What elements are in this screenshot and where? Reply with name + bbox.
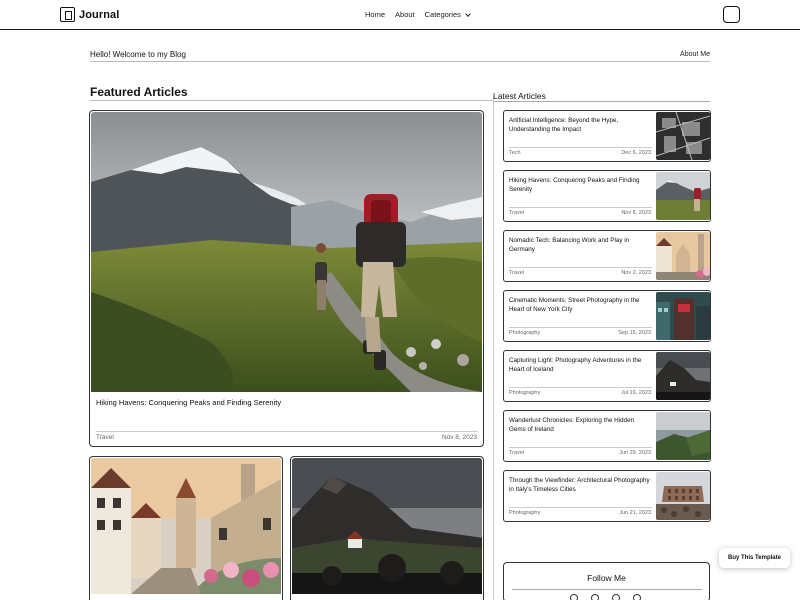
iceland-landscape-image [292, 458, 482, 594]
article-date: Jun 21, 2023 [619, 510, 651, 516]
featured-article-card-germany[interactable] [89, 456, 283, 600]
featured-heading: Featured Articles [90, 85, 188, 99]
facebook-icon[interactable] [633, 594, 641, 600]
nav-link-home[interactable]: Home [365, 10, 385, 19]
divider [90, 100, 494, 101]
top-navbar: Journal Home About Categories [0, 0, 800, 30]
german-village-image [656, 232, 710, 280]
nav-links: Home About Categories [365, 10, 471, 19]
latest-article-card[interactable]: Nomadic Tech: Balancing Work and Play in… [503, 230, 711, 282]
nav-link-about[interactable]: About [395, 10, 415, 19]
follow-me-box: Follow Me [503, 562, 710, 600]
divider [493, 101, 710, 102]
latest-article-card[interactable]: Capturing Light: Photography Adventures … [503, 350, 711, 402]
article-tag: Travel [509, 210, 525, 216]
article-date: Jun 29, 2023 [619, 450, 651, 456]
nav-link-categories[interactable]: Categories [424, 10, 471, 19]
article-title: Hiking Havens: Conquering Peaks and Find… [509, 177, 640, 193]
brand-logo[interactable]: Journal [60, 7, 119, 22]
iceland-landscape-image [656, 352, 710, 400]
featured-article-title: Hiking Havens: Conquering Peaks and Find… [96, 398, 282, 407]
german-village-image [91, 458, 281, 594]
divider [509, 327, 652, 328]
buy-template-button[interactable]: Buy This Template [719, 548, 790, 568]
latest-article-card[interactable]: Cinematic Moments: Street Photography in… [503, 290, 711, 342]
latest-article-card[interactable]: Hiking Havens: Conquering Peaks and Find… [503, 170, 711, 222]
social-icons [570, 594, 641, 600]
welcome-bar: Hello! Welcome to my Blog About Me [90, 50, 710, 62]
article-date: Nov 2, 2023 [621, 270, 651, 276]
divider [509, 207, 652, 208]
column-divider [493, 96, 494, 600]
featured-article-card-iceland[interactable] [290, 456, 484, 600]
theme-toggle-button[interactable] [723, 6, 740, 23]
article-title: Nomadic Tech: Balancing Work and Play in… [509, 237, 630, 253]
article-date: Jul 19, 2023 [621, 390, 651, 396]
latest-article-card[interactable]: Wanderlust Chronicles: Exploring the Hid… [503, 410, 711, 462]
article-date: Dec 6, 2023 [621, 150, 651, 156]
about-me-link[interactable]: About Me [680, 51, 710, 58]
divider [512, 589, 702, 590]
latest-article-card[interactable]: Through the Viewfinder: Architectural Ph… [503, 470, 711, 522]
divider [509, 267, 652, 268]
article-title: Capturing Light: Photography Adventures … [509, 357, 642, 373]
featured-article-date: Nov 8, 2023 [441, 434, 477, 441]
latest-article-card[interactable]: Artificial Intelligence: Beyond the Hype… [503, 110, 711, 162]
divider [509, 507, 652, 508]
article-tag: Photography [509, 390, 541, 396]
featured-article-tag: Travel [96, 434, 114, 441]
nyc-street-image [656, 292, 710, 340]
tiktok-icon[interactable] [612, 594, 620, 600]
colosseum-image [656, 472, 710, 520]
divider [509, 147, 652, 148]
welcome-text: Hello! Welcome to my Blog [90, 50, 186, 59]
instagram-icon[interactable] [591, 594, 599, 600]
follow-heading: Follow Me [587, 573, 626, 583]
featured-article-card[interactable]: Hiking Havens: Conquering Peaks and Find… [89, 110, 484, 447]
chevron-down-icon [465, 10, 471, 17]
twitter-icon[interactable] [570, 594, 578, 600]
article-tag: Tech [509, 150, 521, 156]
article-title: Cinematic Moments: Street Photography in… [509, 297, 640, 313]
latest-heading: Latest Articles [493, 91, 546, 101]
ireland-cliffs-image [656, 412, 710, 460]
article-tag: Photography [509, 510, 541, 516]
article-tag: Photography [509, 330, 541, 336]
divider [96, 431, 478, 432]
journal-logo-icon [60, 7, 75, 22]
divider [509, 387, 652, 388]
article-date: Sep 15, 2023 [618, 330, 651, 336]
hiker-mountains-image [91, 112, 482, 392]
brand-name: Journal [79, 8, 120, 21]
article-tag: Travel [509, 270, 525, 276]
article-date: Nov 8, 2023 [621, 210, 651, 216]
circuit-board-image [656, 112, 710, 160]
article-tag: Travel [509, 450, 525, 456]
article-title: Artificial Intelligence: Beyond the Hype… [509, 117, 619, 133]
divider [509, 447, 652, 448]
categories-label: Categories [424, 10, 461, 19]
hiker-mountains-image [656, 172, 710, 220]
article-title: Through the Viewfinder: Architectural Ph… [509, 477, 650, 493]
article-title: Wanderlust Chronicles: Exploring the Hid… [509, 417, 635, 433]
